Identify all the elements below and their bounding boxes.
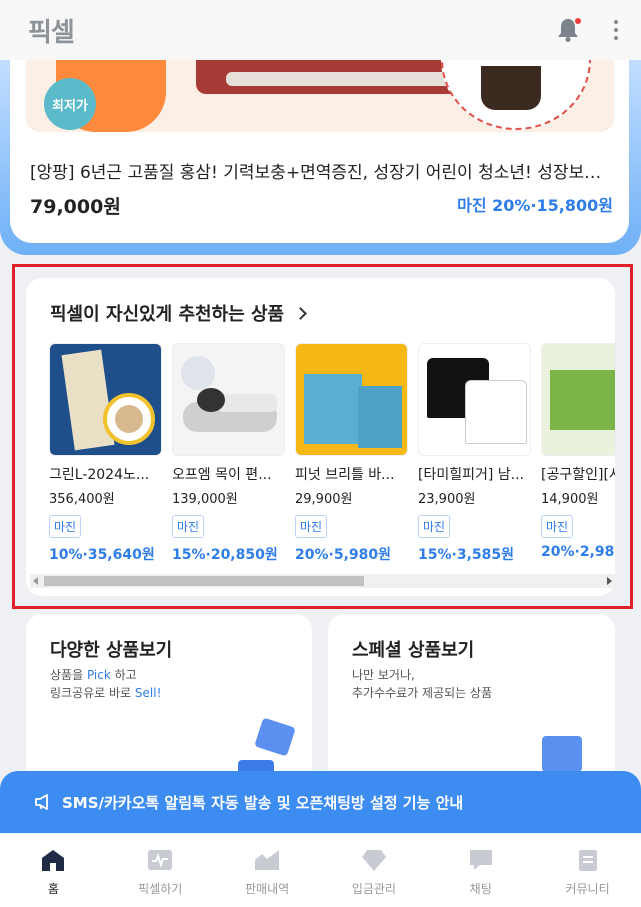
tab-chat[interactable]: 채팅 [427,834,534,907]
product-banner-image[interactable] [26,60,614,132]
tab-label: 입금관리 [351,882,396,896]
tab-label: 커뮤니티 [565,882,610,896]
special-products-desc: 나만 보거나, 추가수수료가 제공되는 상품 [352,668,493,700]
lowest-price-badge: 최저가 [44,78,96,130]
top-product-card[interactable]: 최저가 [앙팡] 6년근 고품질 홍삼! 기력보충+면역증진, 성장기 어린이 … [10,40,629,243]
tab-label: 홈 [47,882,59,896]
diamond-icon [361,850,386,871]
tab-deposit[interactable]: 입금관리 [320,834,427,907]
more-menu-icon[interactable] [613,20,619,40]
megaphone-icon [35,794,48,810]
document-icon [578,850,597,871]
bottom-tab-bar: 홈 픽셀하기 판매내역 입금관리 채팅 커뮤니티 [0,833,641,907]
tab-community[interactable]: 커뮤니티 [534,834,641,907]
sales-chart-icon [255,850,280,870]
chat-icon [469,850,492,870]
notification-dot [575,18,581,24]
top-product-title[interactable]: [앙팡] 6년근 고품질 홍삼! 기력보충+면역증진, 성장기 어린이 청소년!… [30,158,615,183]
gift-box-icon [254,717,296,757]
tab-sales[interactable]: 판매내역 [214,834,321,907]
tab-label: 판매내역 [244,882,290,896]
various-products-desc: 상품을 Pick 하고 링크공유로 바로 Sell! [50,668,162,700]
highlight-frame [12,264,633,609]
various-products-title: 다양한 상품보기 [50,640,173,661]
special-products-title: 스페셜 상품보기 [352,640,475,661]
home-icon [42,850,65,871]
tab-label: 채팅 [469,882,492,896]
tab-pixel[interactable]: 픽셀하기 [107,834,214,907]
top-product-margin: 마진 20%·15,800원 [457,196,613,215]
tab-label: 픽셀하기 [138,882,183,896]
notice-text: SMS/카카오톡 알림톡 자동 발송 및 오픈채팅방 설정 기능 안내 [62,793,464,812]
notice-banner[interactable]: SMS/카카오톡 알림톡 자동 발송 및 오픈채팅방 설정 기능 안내 [0,771,641,833]
notification-bell-icon[interactable] [557,17,581,43]
pixel-icon [148,850,173,870]
tab-home[interactable]: 홈 [0,834,107,907]
top-product-price: 79,000원 [30,196,121,218]
app-header: 픽셀 [0,0,641,60]
gift-box-icon [542,736,582,772]
app-logo[interactable]: 픽셀 [28,12,75,49]
